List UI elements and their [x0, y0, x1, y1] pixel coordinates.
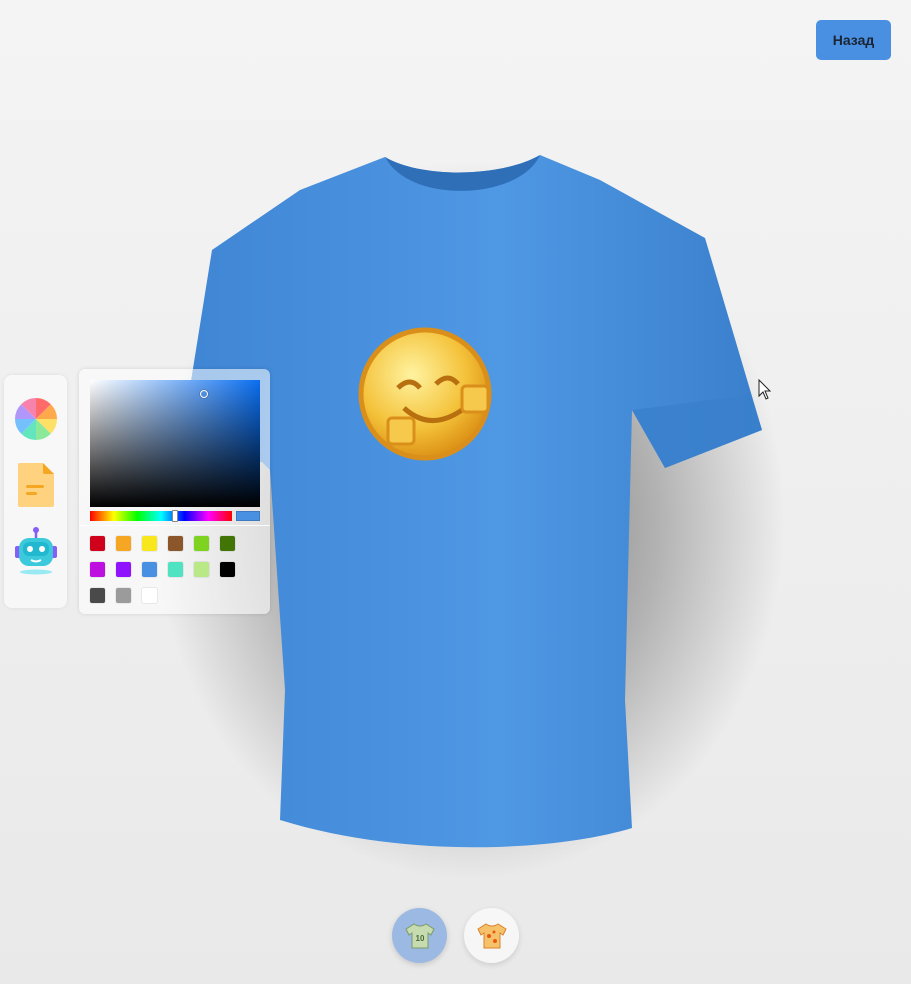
color-swatch[interactable]: [90, 562, 105, 577]
hue-slider-handle[interactable]: [172, 510, 178, 522]
color-swatch[interactable]: [142, 588, 157, 603]
tshirt-pattern-icon: [476, 922, 507, 948]
canvas-stage[interactable]: Назад 10: [0, 0, 911, 984]
ai-generate-button[interactable]: [12, 527, 60, 575]
color-wheel-icon: [14, 398, 57, 440]
mouse-cursor-icon: [758, 379, 772, 400]
color-tool-button[interactable]: [12, 395, 60, 443]
color-swatch[interactable]: [168, 536, 183, 551]
picker-divider: [79, 525, 270, 526]
color-swatch[interactable]: [220, 536, 235, 551]
file-icon: [17, 463, 54, 507]
color-swatch[interactable]: [220, 562, 235, 577]
color-swatch[interactable]: [90, 536, 105, 551]
color-swatch[interactable]: [168, 562, 183, 577]
color-swatch[interactable]: [90, 588, 105, 603]
shirt-number-label: 10: [415, 934, 424, 943]
color-picker-panel: [79, 369, 270, 614]
saturation-handle[interactable]: [200, 390, 208, 398]
file-upload-button[interactable]: [12, 461, 60, 509]
color-swatch[interactable]: [116, 562, 131, 577]
preset-swatches: [90, 536, 260, 603]
shirt-full-texture-tab[interactable]: [464, 908, 519, 963]
color-swatch[interactable]: [116, 536, 131, 551]
robot-icon: [14, 527, 57, 575]
color-swatch[interactable]: [116, 588, 131, 603]
color-swatch[interactable]: [142, 562, 157, 577]
hue-slider[interactable]: [90, 510, 232, 522]
saturation-picker[interactable]: [90, 380, 260, 507]
color-swatch[interactable]: [194, 562, 209, 577]
color-swatch[interactable]: [142, 536, 157, 551]
editor-sidebar: [4, 375, 67, 608]
tshirt-number-icon: 10: [404, 922, 435, 948]
color-swatch[interactable]: [194, 536, 209, 551]
shirt-logo-tab[interactable]: 10: [392, 908, 447, 963]
emoji-print[interactable]: [358, 327, 492, 461]
back-button[interactable]: Назад: [816, 20, 891, 60]
current-color-swatch: [236, 511, 260, 521]
